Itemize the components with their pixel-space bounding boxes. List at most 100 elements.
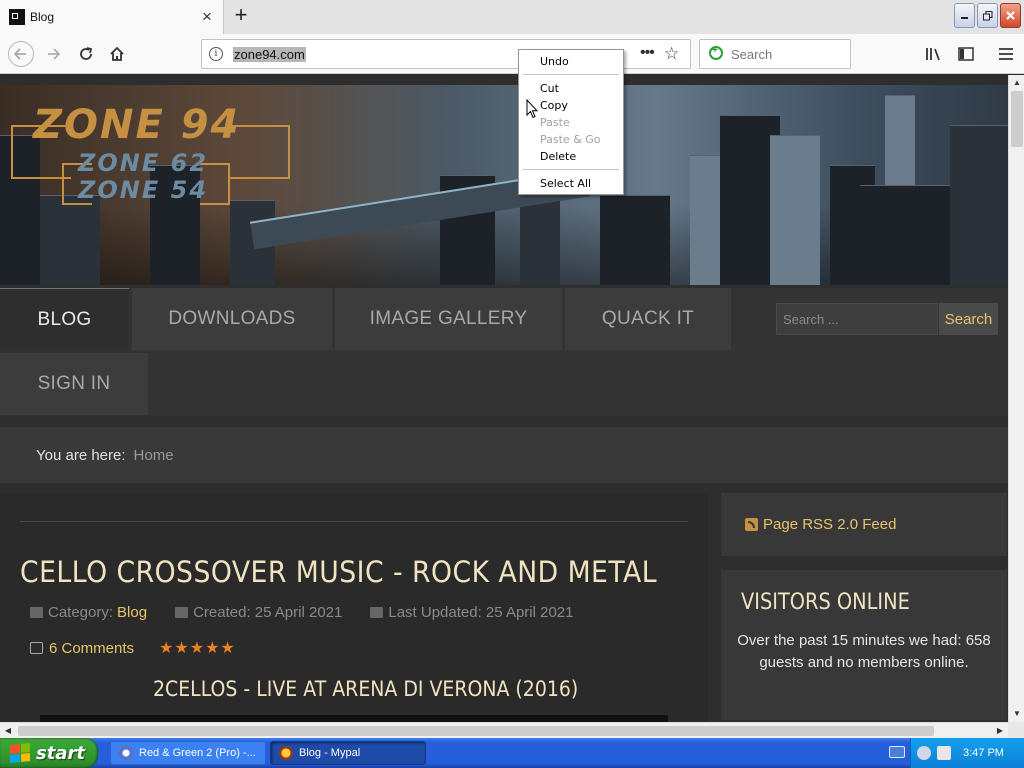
tab-bar: Blog × + xyxy=(0,0,1024,34)
arrow-left-icon xyxy=(14,48,26,60)
embedded-video[interactable] xyxy=(40,715,668,722)
banner-building xyxy=(40,195,100,285)
keyboard-icon[interactable] xyxy=(889,746,905,758)
menu-item-undo[interactable]: Undo xyxy=(520,54,622,70)
menu-item-select-all[interactable]: Select All xyxy=(520,176,622,192)
site-banner: ZONE 94 ZONE 62 ZONE 54 xyxy=(0,85,1008,285)
menu-item-downloads[interactable]: DOWNLOADS xyxy=(132,288,332,350)
clock[interactable]: 3:47 PM xyxy=(963,747,1004,759)
site-main-menu: BLOG DOWNLOADS IMAGE GALLERY QUACK IT SI… xyxy=(0,288,1008,416)
created-date: Created: 25 April 2021 xyxy=(193,604,343,621)
window-restore-button[interactable] xyxy=(977,3,998,28)
menu-item-cut[interactable]: Cut xyxy=(520,81,622,97)
rss-icon xyxy=(745,518,758,531)
category-label: Category: xyxy=(48,604,114,621)
chrome-icon xyxy=(119,746,133,760)
vertical-scrollbar[interactable]: ▲ ▼ xyxy=(1008,75,1024,722)
site-logo-sub: ZONE 62 xyxy=(78,149,209,177)
library-button[interactable] xyxy=(922,42,946,66)
forward-button[interactable] xyxy=(41,42,65,66)
taskbar-item-mypal[interactable]: Blog - Mypal xyxy=(270,741,426,765)
window-minimize-button[interactable] xyxy=(954,3,975,28)
reload-icon xyxy=(80,47,93,60)
visitors-title: VISITORS ONLINE xyxy=(741,590,910,615)
horizontal-scrollbar[interactable]: ◀ ▶ xyxy=(0,722,1008,738)
rss-link[interactable]: Page RSS 2.0 Feed xyxy=(763,516,896,533)
system-tray: 3:47 PM xyxy=(889,738,1024,768)
network-icon[interactable] xyxy=(917,746,931,760)
tab-blog[interactable]: Blog × xyxy=(0,0,224,34)
menu-item-paste-go: Paste & Go xyxy=(540,133,601,146)
browser-search-input[interactable]: Search xyxy=(699,39,851,69)
home-icon xyxy=(110,46,124,61)
banner-building xyxy=(600,195,670,285)
folder-icon xyxy=(30,607,43,618)
sidebar-toggle-button[interactable] xyxy=(954,42,978,66)
new-tab-button[interactable]: + xyxy=(230,4,252,28)
visitors-online-module: VISITORS ONLINE Over the past 15 minutes… xyxy=(721,570,1007,720)
context-menu: Undo Cut Copy Paste Paste & Go Delete Se… xyxy=(518,49,624,195)
window-close-button[interactable] xyxy=(1000,3,1021,28)
hamburger-icon xyxy=(999,48,1013,60)
search-placeholder: Search xyxy=(731,47,773,62)
sidebar-icon xyxy=(958,47,974,61)
site-logo-main[interactable]: ZONE 94 xyxy=(33,102,240,148)
breadcrumb-label: You are here: xyxy=(36,446,126,464)
library-icon xyxy=(926,48,940,61)
taskbar-item-chrome[interactable]: Red & Green 2 (Pro) -... xyxy=(110,741,266,765)
scroll-up-icon[interactable]: ▲ xyxy=(1009,75,1024,91)
taskbar-item-label: Red & Green 2 (Pro) -... xyxy=(139,747,256,759)
reload-button[interactable] xyxy=(74,42,98,66)
article-subtitle: 2CELLOS - LIVE AT ARENA DI VERONA (2016) xyxy=(153,677,579,701)
url-text[interactable]: zone94.com xyxy=(233,47,306,62)
scroll-left-icon[interactable]: ◀ xyxy=(0,723,16,739)
menu-item-quack-it[interactable]: QUACK IT xyxy=(565,288,731,350)
scroll-right-icon[interactable]: ▶ xyxy=(992,723,1008,739)
horizontal-scroll-thumb[interactable] xyxy=(18,726,934,736)
menu-item-blog[interactable]: BLOG xyxy=(0,288,129,350)
menu-separator xyxy=(523,169,619,170)
breadcrumb-home-link[interactable]: Home xyxy=(134,447,174,464)
article-comments-row: 6 Comments ★★★★★ xyxy=(30,638,236,658)
menu-item-sign-in[interactable]: SIGN IN xyxy=(0,353,148,415)
web-page: ZONE 94 ZONE 62 ZONE 54 BLOG DOWNLOADS I… xyxy=(0,75,1008,722)
taskbar-item-label: Blog - Mypal xyxy=(299,747,361,759)
menu-item-delete[interactable]: Delete xyxy=(520,149,622,165)
restore-icon xyxy=(982,10,992,20)
navigation-toolbar: i zone94.com ••• ☆ Search xyxy=(0,34,1024,74)
comments-link[interactable]: 6 Comments xyxy=(49,640,134,657)
updated-date: Last Updated: 25 April 2021 xyxy=(388,604,574,621)
category-link[interactable]: Blog xyxy=(117,604,147,621)
menu-item-image-gallery[interactable]: IMAGE GALLERY xyxy=(335,288,562,350)
calendar-icon xyxy=(175,607,189,618)
search-engine-icon xyxy=(709,45,723,60)
home-button[interactable] xyxy=(105,42,129,66)
article-meta: Category: Blog Created: 25 April 2021 La… xyxy=(30,604,574,621)
bookmark-star-icon[interactable]: ☆ xyxy=(664,44,679,64)
visitors-text: Over the past 15 minutes we had: 658 gue… xyxy=(737,632,991,671)
site-info-icon[interactable]: i xyxy=(209,47,223,61)
site-search-button[interactable]: Search xyxy=(939,303,998,335)
update-icon[interactable] xyxy=(937,746,951,760)
vertical-scroll-thumb[interactable] xyxy=(1011,91,1023,147)
arrow-right-icon xyxy=(48,48,60,60)
banner-building xyxy=(690,155,720,285)
site-search-input[interactable]: Search ... xyxy=(776,303,938,335)
tab-close-icon[interactable]: × xyxy=(199,8,215,25)
rating-stars[interactable]: ★★★★★ xyxy=(159,638,236,658)
banner-building xyxy=(770,135,820,285)
article-title[interactable]: CELLO CROSSOVER MUSIC - ROCK AND METAL xyxy=(20,555,657,589)
hamburger-menu-button[interactable] xyxy=(994,42,1018,66)
banner-building xyxy=(950,125,1008,285)
rss-feed-box: Page RSS 2.0 Feed xyxy=(721,493,1007,556)
divider xyxy=(20,521,688,522)
banner-building xyxy=(860,185,950,285)
windows-logo-icon xyxy=(10,742,30,764)
site-logo-sub: ZONE 54 xyxy=(78,176,209,204)
scroll-down-icon[interactable]: ▼ xyxy=(1009,706,1024,722)
start-button[interactable]: start xyxy=(0,738,98,768)
scroll-corner xyxy=(1008,722,1024,738)
calendar-icon xyxy=(370,607,384,618)
page-actions-icon[interactable]: ••• xyxy=(640,44,655,62)
back-button[interactable] xyxy=(8,41,34,67)
